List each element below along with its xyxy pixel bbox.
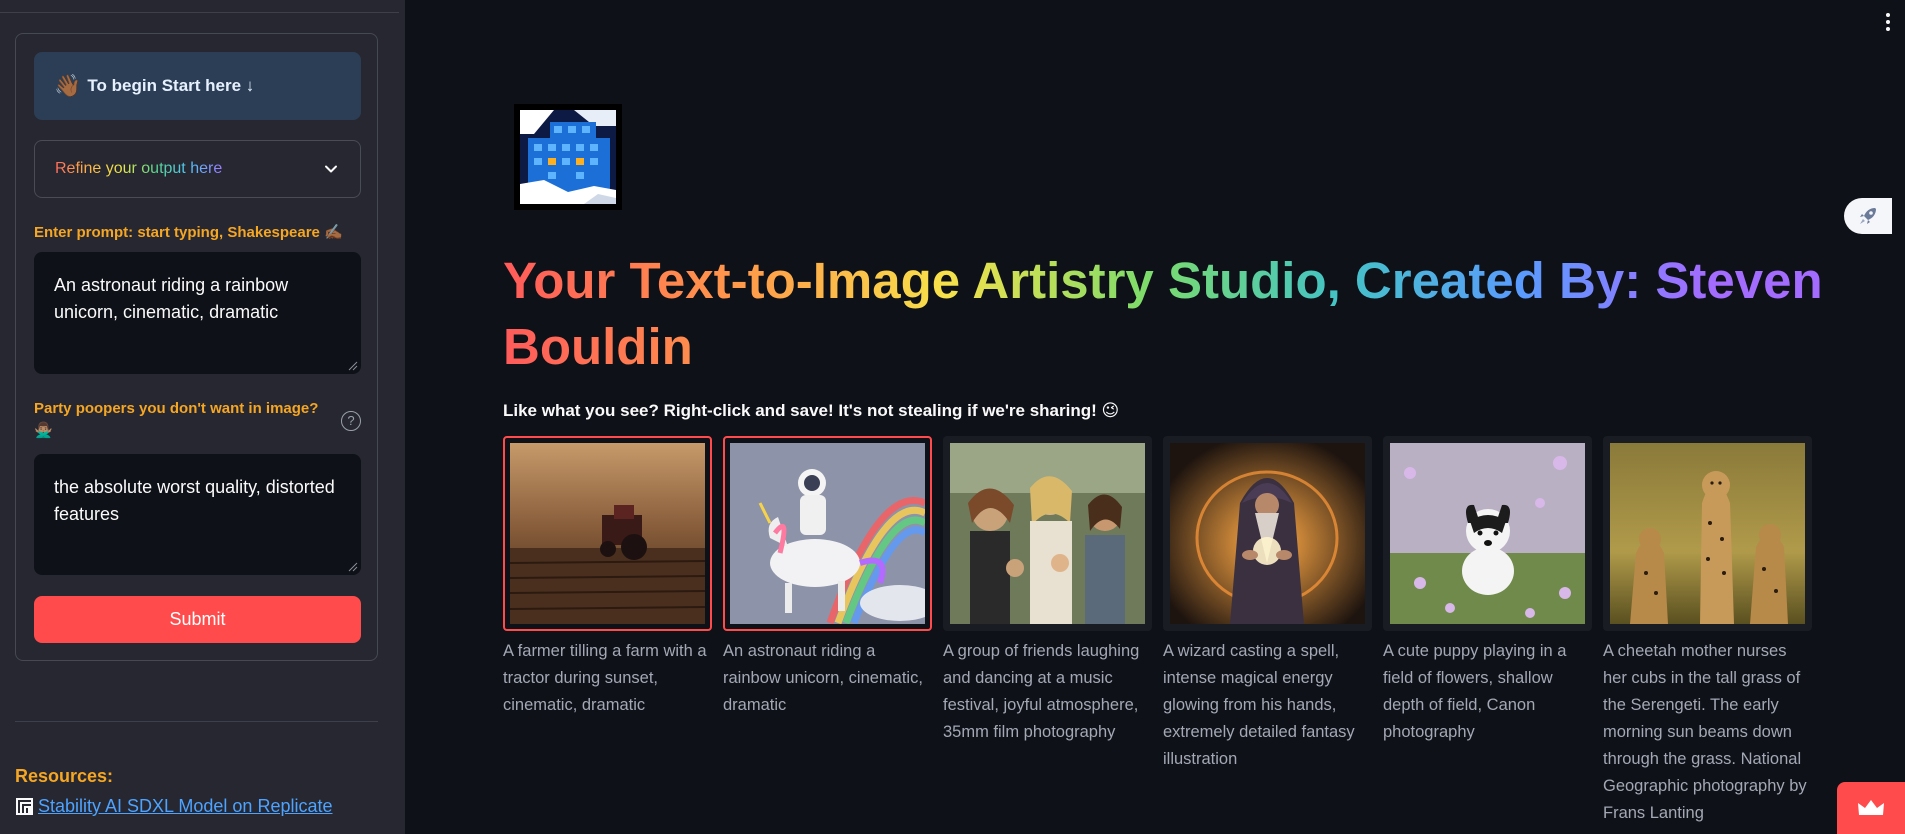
wizard-spell-image [1170,443,1365,624]
gallery-image-farmer[interactable] [503,436,712,631]
crown-icon [1858,800,1884,815]
farmer-tractor-image [510,443,705,624]
negative-prompt-text: the absolute worst quality, distorted fe… [54,477,335,524]
start-here-banner: 👋🏾 To begin Start here ↓ [34,52,361,120]
refine-output-expander[interactable]: Refine your output here [34,140,361,198]
gallery-caption: A wizard casting a spell, intense magica… [1163,642,1355,768]
sidebar: ⌃ 👋🏾 To begin Start here ↓ Refine your o… [0,0,405,834]
gallery-image-wizard[interactable] [1163,436,1372,631]
resource-link-row: Stability AI SDXL Model on Replicate [15,796,333,817]
astronaut-unicorn-image [730,443,925,624]
help-icon[interactable]: ? [341,411,361,431]
negative-prompt-textarea[interactable]: the absolute worst quality, distorted fe… [34,454,361,575]
app-logo [514,104,622,210]
prompt-text: An astronaut riding a rainbow unicorn, c… [54,275,289,322]
gallery-caption: An astronaut riding a rainbow unicorn, c… [723,642,923,714]
gallery-card: A cheetah mother nurses her cubs in the … [1603,436,1812,827]
streamlit-badge-button[interactable] [1837,782,1905,834]
negative-prompt-label: Party poopers you don't want in image? 🙅… [34,400,319,439]
start-here-label: To begin Start here ↓ [87,76,255,95]
resources-heading: Resources: [15,766,114,786]
gallery-caption: A farmer tilling a farm with a tractor d… [503,642,707,714]
gallery-image-friends[interactable] [943,436,1152,631]
resize-handle-icon[interactable] [348,361,358,371]
sidebar-divider-top [0,12,399,13]
cheetah-cubs-image [1610,443,1805,624]
gallery-card: An astronaut riding a rainbow unicorn, c… [723,436,932,827]
gallery-image-astronaut[interactable] [723,436,932,631]
prompt-textarea[interactable]: An astronaut riding a rainbow unicorn, c… [34,252,361,374]
deploy-badge[interactable] [1844,198,1892,234]
gallery-image-cheetah[interactable] [1603,436,1812,631]
resize-handle-icon[interactable] [348,562,358,572]
friends-festival-image [950,443,1145,624]
chevron-down-icon [325,165,337,173]
gallery-card: A farmer tilling a farm with a tractor d… [503,436,712,827]
gallery-caption: A cute puppy playing in a field of flowe… [1383,642,1567,741]
document-icon [16,798,33,815]
page-title: Your Text-to-Image Artistry Studio, Crea… [503,248,1843,380]
prompt-label: Enter prompt: start typing, Shakespeare … [34,224,343,241]
gallery-image-puppy[interactable] [1383,436,1592,631]
replicate-model-link[interactable]: Stability AI SDXL Model on Replicate [38,796,333,817]
refine-output-label: Refine your output here [55,160,223,177]
gallery-card: A wizard casting a spell, intense magica… [1163,436,1372,827]
collapse-sidebar-icon[interactable]: ⌃ [188,0,204,7]
gallery-card: A cute puppy playing in a field of flowe… [1383,436,1592,827]
puppy-flowers-image [1390,443,1585,624]
page-subtitle: Like what you see? Right-click and save!… [503,401,1120,420]
gallery-card: A group of friends laughing and dancing … [943,436,1152,827]
main-menu-icon[interactable] [1884,12,1892,32]
image-gallery: A farmer tilling a farm with a tractor d… [503,436,1812,827]
submit-button[interactable]: Submit [34,596,361,643]
rocket-icon [1860,208,1876,224]
waving-hand-icon: 👋🏾 [54,73,82,98]
sidebar-divider [15,721,378,722]
gallery-caption: A group of friends laughing and dancing … [943,642,1140,741]
gallery-caption: A cheetah mother nurses her cubs in the … [1603,642,1807,822]
